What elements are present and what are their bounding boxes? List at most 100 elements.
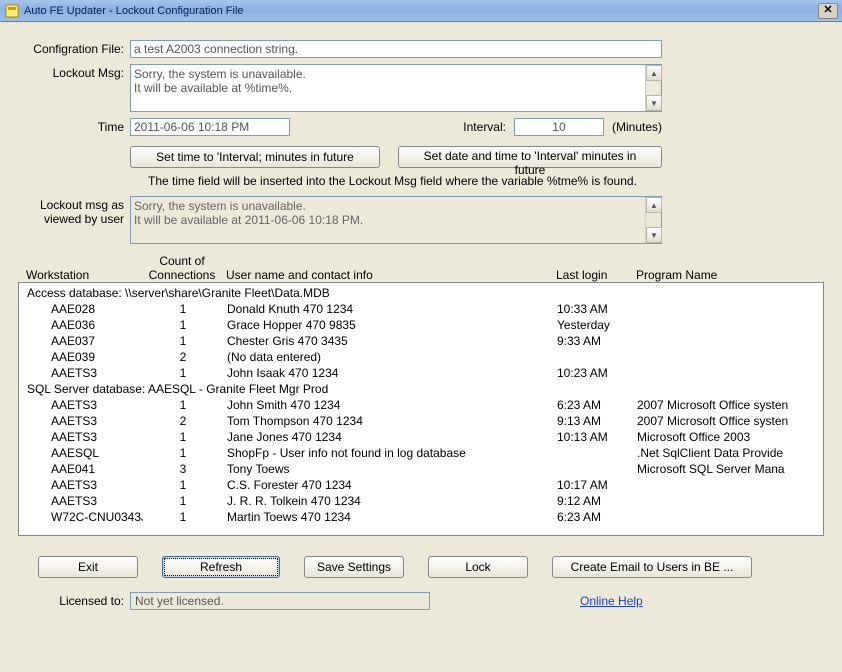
cell-last-login: 10:33 AM [553, 301, 633, 317]
col-user: User name and contact info [222, 254, 552, 282]
cell-program: .Net SqlClient Data Provide [633, 445, 819, 461]
cell-last-login: 10:23 AM [553, 365, 633, 381]
cell-program [633, 333, 819, 349]
cell-workstation: AAETS3 [23, 413, 143, 429]
cell-last-login: 10:17 AM [553, 477, 633, 493]
cell-last-login: 10:13 AM [553, 429, 633, 445]
cell-last-login: Yesterday [553, 317, 633, 333]
cell-program [633, 477, 819, 493]
info-line: The time field will be inserted into the… [148, 174, 824, 188]
cell-workstation: AAE028 [23, 301, 143, 317]
cell-user: Grace Hopper 470 9835 [223, 317, 553, 333]
cell-count: 1 [143, 493, 223, 509]
table-row[interactable]: AAE0392 (No data entered) [23, 349, 819, 365]
licensed-to-label: Licensed to: [48, 594, 130, 608]
col-workstation: Workstation [22, 254, 142, 282]
exit-button[interactable]: Exit [38, 556, 138, 578]
online-help-link[interactable]: Online Help [580, 594, 643, 608]
table-row[interactable]: AAETS31John Smith 470 12346:23 AM2007 Mi… [23, 397, 819, 413]
cell-user: J. R. R. Tolkein 470 1234 [223, 493, 553, 509]
table-row[interactable]: AAETS31J. R. R. Tolkein 470 12349:12 AM [23, 493, 819, 509]
cell-count: 2 [143, 349, 223, 365]
create-email-button[interactable]: Create Email to Users in BE ... [552, 556, 752, 578]
lock-button[interactable]: Lock [428, 556, 528, 578]
cell-user: (No data entered) [223, 349, 553, 365]
cell-last-login: 9:13 AM [553, 413, 633, 429]
cell-program [633, 493, 819, 509]
scroll-up-icon[interactable]: ▲ [646, 65, 662, 81]
cell-workstation: AAESQL [23, 445, 143, 461]
cell-program: 2007 Microsoft Office systen [633, 397, 819, 413]
window-title: Auto FE Updater - Lockout Configuration … [24, 5, 818, 17]
time-input[interactable] [130, 118, 290, 136]
cell-count: 2 [143, 413, 223, 429]
lockout-preview-text: Sorry, the system is unavailable. It wil… [131, 197, 645, 243]
cell-count: 1 [143, 333, 223, 349]
config-file-label: Configration File: [18, 40, 130, 56]
cell-program [633, 365, 819, 381]
table-row[interactable]: AAE0281Donald Knuth 470 123410:33 AM [23, 301, 819, 317]
lockout-msg-input[interactable]: Sorry, the system is unavailable. It wil… [131, 65, 645, 111]
grid-header-row: Workstation Count of Connections User na… [18, 254, 824, 282]
table-row[interactable]: AAESQL1ShopFp - User info not found in l… [23, 445, 819, 461]
table-row[interactable]: W72C-CNU0343JN3W1Martin Toews 470 12346:… [23, 509, 819, 525]
cell-program: 2007 Microsoft Office systen [633, 413, 819, 429]
cell-user: John Smith 470 1234 [223, 397, 553, 413]
cell-program [633, 349, 819, 365]
connections-grid[interactable]: Access database: \\server\share\Granite … [18, 282, 824, 536]
cell-count: 1 [143, 445, 223, 461]
table-row[interactable]: AAE0371Chester Gris 470 34359:33 AM [23, 333, 819, 349]
cell-last-login: 6:23 AM [553, 397, 633, 413]
interval-input[interactable] [514, 118, 604, 136]
cell-workstation: AAETS3 [23, 477, 143, 493]
group-header: SQL Server database: AAESQL - Granite Fl… [23, 381, 819, 397]
lockout-msg-label: Lockout Msg: [18, 64, 130, 80]
title-bar: Auto FE Updater - Lockout Configuration … [0, 0, 842, 22]
cell-user: ShopFp - User info not found in log data… [223, 445, 553, 461]
cell-user: John Isaak 470 1234 [223, 365, 553, 381]
table-row[interactable]: AAETS31Jane Jones 470 123410:13 AMMicros… [23, 429, 819, 445]
set-time-future-button[interactable]: Set time to 'Interval; minutes in future [130, 146, 380, 168]
app-icon [4, 3, 20, 19]
col-count: Count of Connections [142, 254, 222, 282]
lockout-preview-wrap: Sorry, the system is unavailable. It wil… [130, 196, 662, 244]
refresh-button[interactable]: Refresh [162, 556, 280, 578]
cell-count: 1 [143, 365, 223, 381]
cell-user: Jane Jones 470 1234 [223, 429, 553, 445]
cell-program [633, 317, 819, 333]
cell-count: 1 [143, 301, 223, 317]
set-datetime-future-button[interactable]: Set date and time to 'Interval' minutes … [398, 146, 662, 168]
cell-workstation: AAE037 [23, 333, 143, 349]
scroll-up-icon[interactable]: ▲ [646, 197, 662, 213]
cell-user: Tony Toews [223, 461, 553, 477]
save-settings-button[interactable]: Save Settings [304, 556, 404, 578]
config-file-input[interactable] [130, 40, 662, 58]
cell-workstation: AAETS3 [23, 429, 143, 445]
scrollbar: ▲ ▼ [645, 65, 661, 111]
cell-user: Donald Knuth 470 1234 [223, 301, 553, 317]
cell-program: Microsoft Office 2003 [633, 429, 819, 445]
interval-unit-label: (Minutes) [612, 120, 662, 134]
scroll-down-icon[interactable]: ▼ [646, 227, 662, 243]
col-last-login: Last login [552, 254, 632, 282]
table-row[interactable]: AAETS32Tom Thompson 470 12349:13 AM2007 … [23, 413, 819, 429]
time-label: Time [18, 118, 130, 134]
cell-count: 3 [143, 461, 223, 477]
cell-workstation: AAETS3 [23, 365, 143, 381]
lockout-msg-wrap: Sorry, the system is unavailable. It wil… [130, 64, 662, 112]
cell-count: 1 [143, 509, 223, 525]
cell-count: 1 [143, 429, 223, 445]
scroll-down-icon[interactable]: ▼ [646, 95, 662, 111]
cell-last-login [553, 461, 633, 477]
cell-last-login [553, 445, 633, 461]
table-row[interactable]: AAETS31John Isaak 470 123410:23 AM [23, 365, 819, 381]
cell-count: 1 [143, 397, 223, 413]
cell-user: Chester Gris 470 3435 [223, 333, 553, 349]
lockout-preview-label: Lockout msg as viewed by user [18, 196, 130, 226]
col-program: Program Name [632, 254, 820, 282]
table-row[interactable]: AAE0361Grace Hopper 470 9835Yesterday [23, 317, 819, 333]
table-row[interactable]: AAETS31C.S. Forester 470 123410:17 AM [23, 477, 819, 493]
cell-workstation: W72C-CNU0343JN3W [23, 509, 143, 525]
close-button[interactable]: ✕ [818, 3, 838, 19]
table-row[interactable]: AAE0413Tony ToewsMicrosoft SQL Server Ma… [23, 461, 819, 477]
